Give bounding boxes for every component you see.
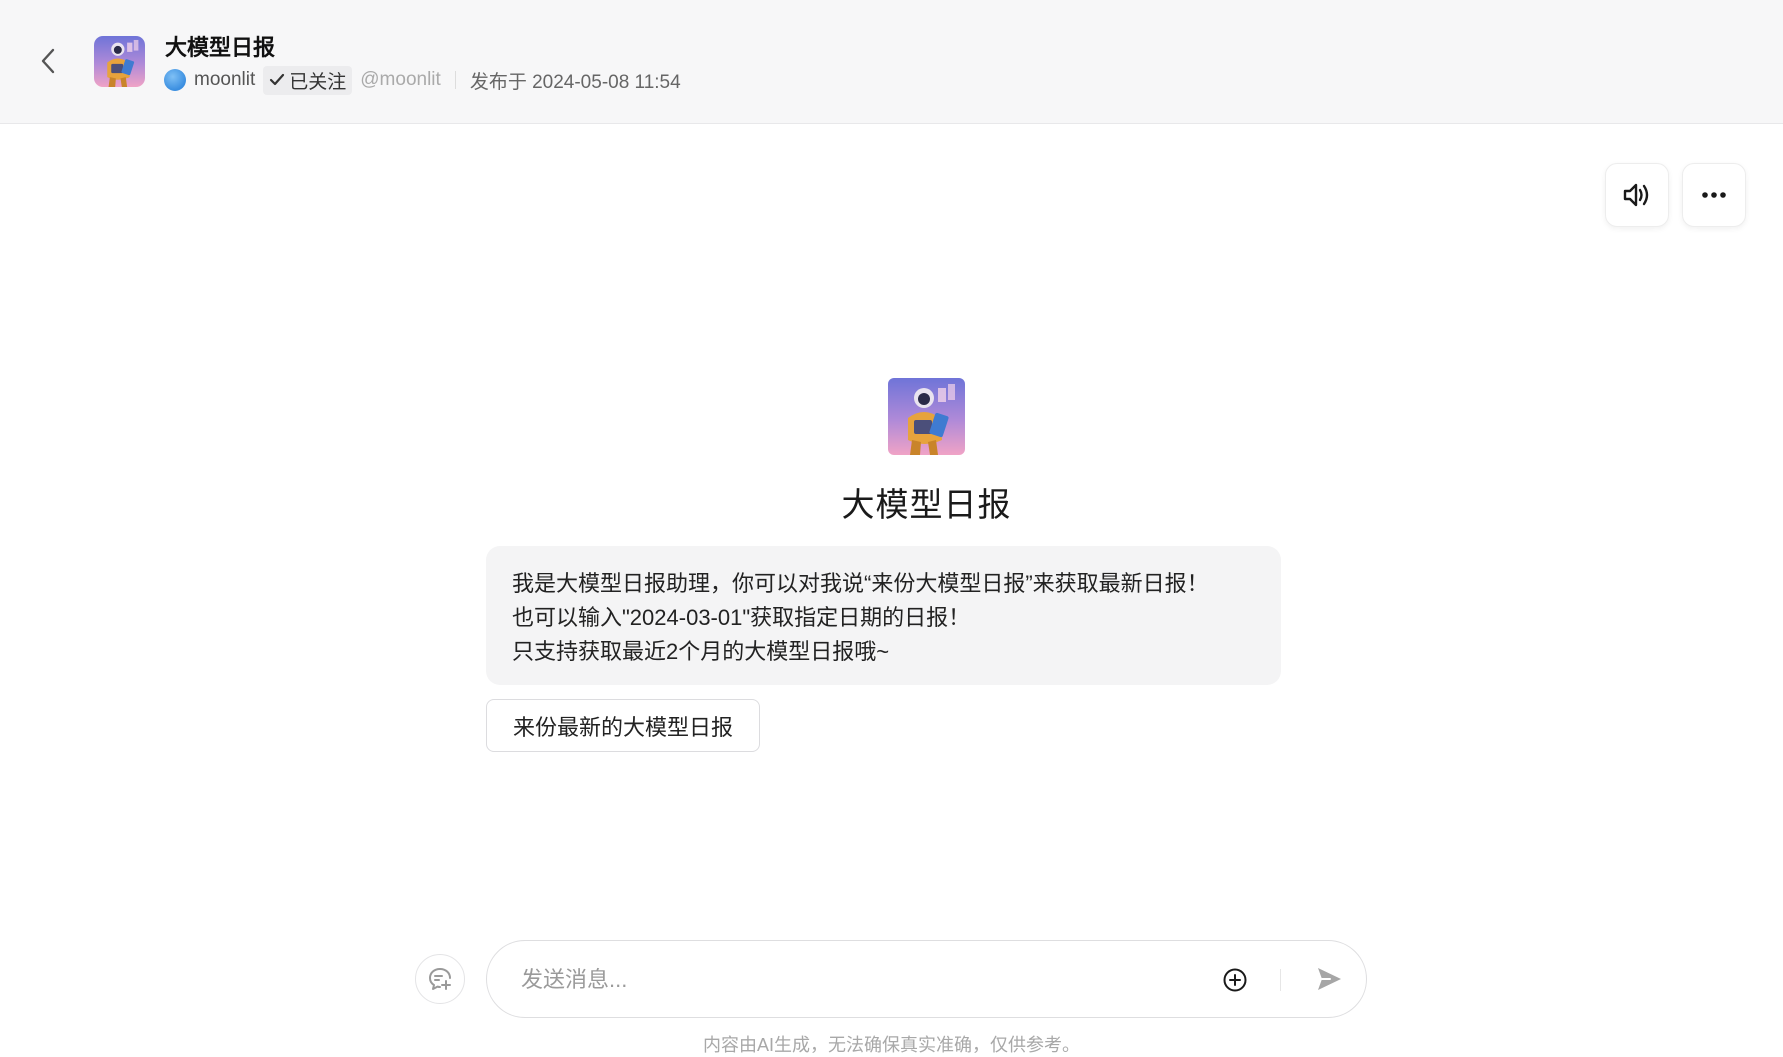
- speaker-icon: [1623, 183, 1649, 207]
- follow-label: 已关注: [289, 71, 347, 93]
- divider: [454, 71, 456, 89]
- follow-button[interactable]: 已关注: [263, 65, 353, 95]
- bot-avatar: [888, 378, 965, 455]
- welcome-message: 我是大模型日报助理，你可以对我说“来份大模型日报”来获取最新日报！ 也可以输入"…: [486, 546, 1281, 685]
- author-handle: @moonlit: [360, 69, 441, 90]
- bot-name: 大模型日报: [841, 486, 1012, 523]
- send-button[interactable]: [1313, 963, 1345, 995]
- welcome-line: 我是大模型日报助理，你可以对我说“来份大模型日报”来获取最新日报！: [512, 571, 1209, 596]
- page-title: 大模型日报: [165, 35, 276, 60]
- plus-circle-icon: [1223, 968, 1247, 992]
- send-icon: [1318, 968, 1341, 990]
- divider: [1280, 969, 1281, 991]
- more-dots-icon: [1702, 192, 1726, 198]
- more-options-button[interactable]: [1682, 163, 1746, 227]
- author-name[interactable]: moonlit: [194, 69, 255, 91]
- welcome-line: 也可以输入"2024-03-01"获取指定日期的日报！: [512, 605, 971, 630]
- author-avatar[interactable]: [164, 69, 186, 91]
- new-chat-icon: [429, 968, 451, 990]
- voice-toggle-button[interactable]: [1605, 163, 1669, 227]
- attach-button[interactable]: [1221, 966, 1249, 994]
- chat-header: 大模型日报 moonlit 已关注 @moonlit 发布于 2024-05-0…: [0, 0, 1783, 124]
- bot-avatar-small[interactable]: [94, 36, 145, 87]
- message-input[interactable]: [521, 961, 1181, 999]
- suggested-prompt-button[interactable]: 来份最新的大模型日报: [486, 699, 761, 752]
- chevron-left-icon: [41, 48, 55, 74]
- check-icon: [270, 73, 285, 86]
- welcome-line: 只支持获取最近2个月的大模型日报哦~: [512, 639, 890, 664]
- ai-disclaimer: 内容由AI生成，无法确保真实准确，仅供参考。: [702, 1035, 1080, 1055]
- publish-date: 发布于 2024-05-08 11:54: [469, 71, 681, 93]
- back-button[interactable]: [36, 46, 60, 76]
- bot-meta: moonlit 已关注 @moonlit 发布于 2024-05-08 11:5…: [164, 65, 681, 95]
- message-composer: [486, 940, 1367, 1018]
- new-topic-button[interactable]: [415, 954, 465, 1004]
